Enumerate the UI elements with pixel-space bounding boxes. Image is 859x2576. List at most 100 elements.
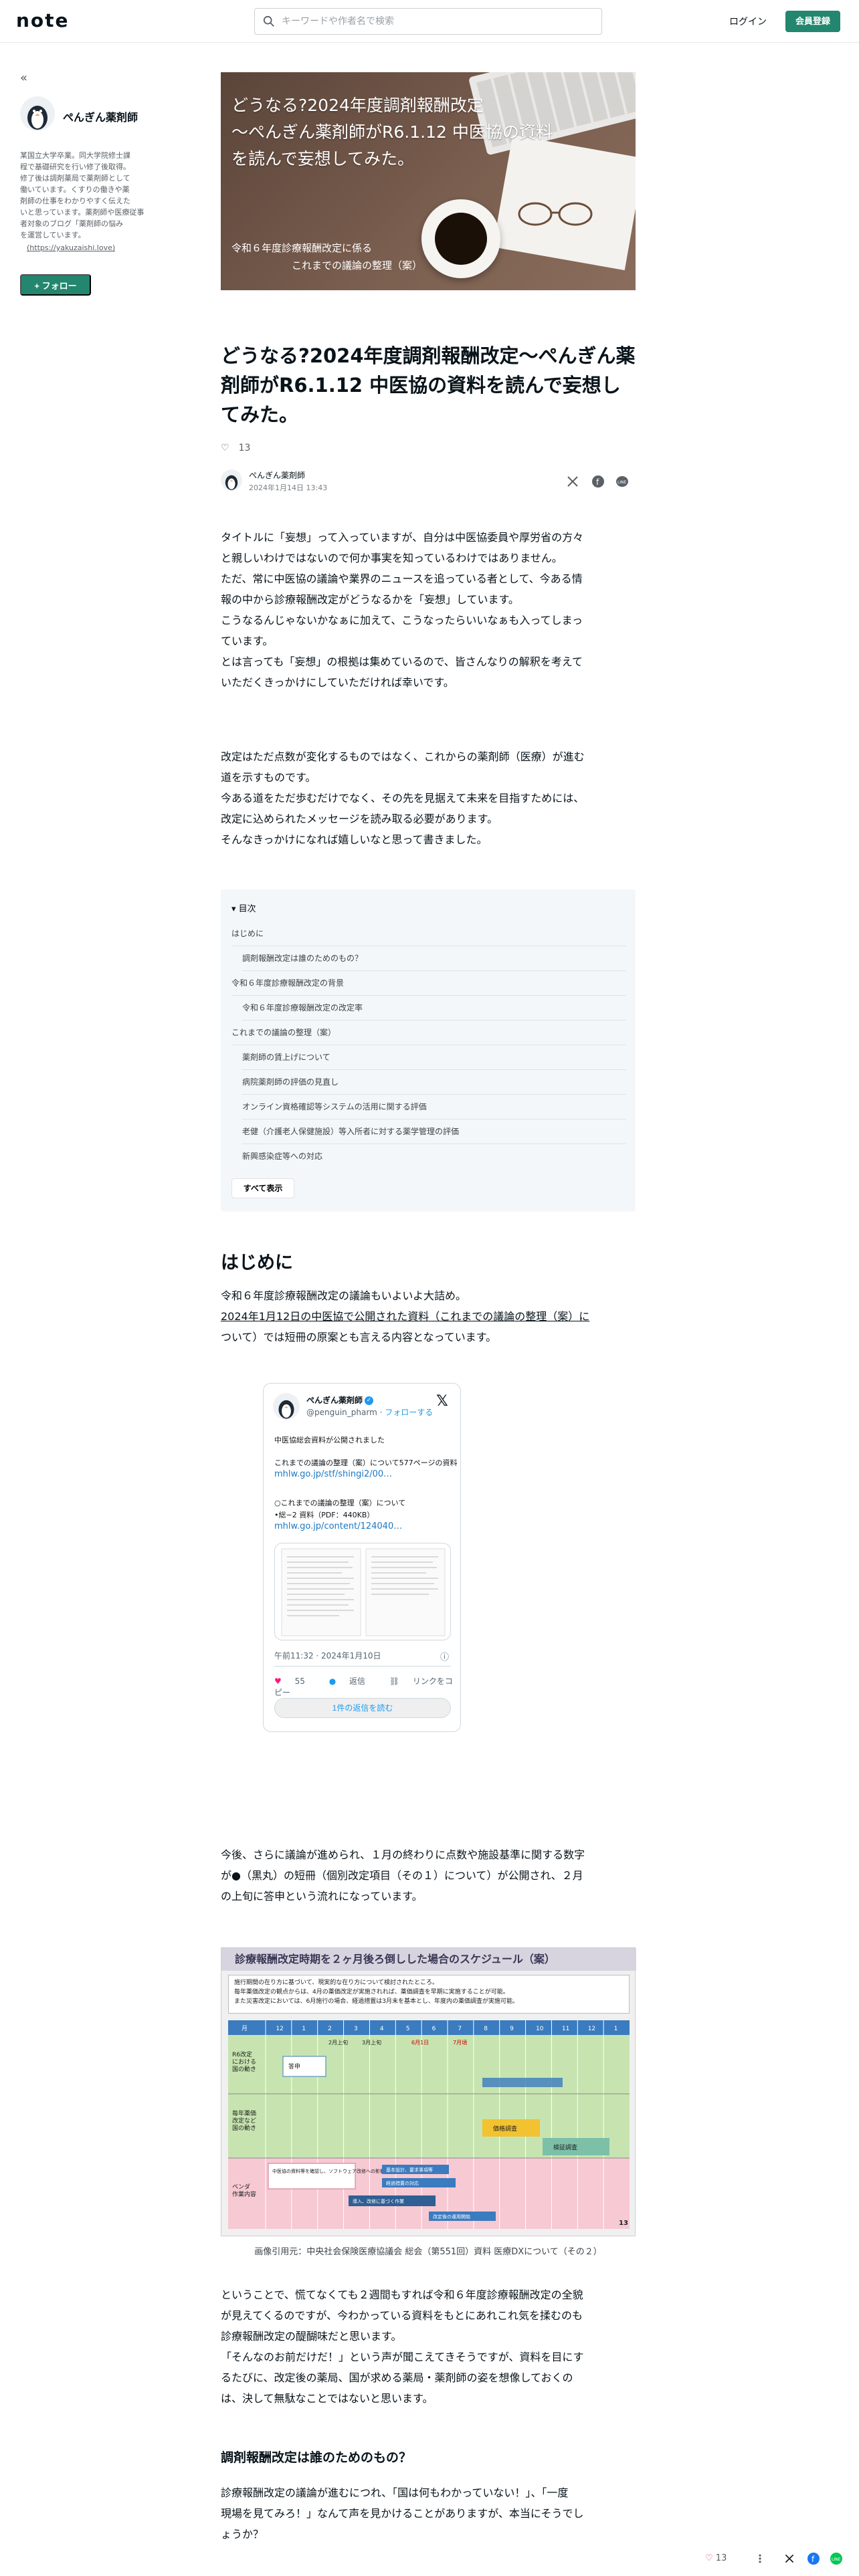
- text-line: の上旬に答申という流れになっています。: [221, 1890, 423, 1903]
- toc-item[interactable]: 薬剤師の賃上げについて: [242, 1045, 626, 1070]
- text-line: ただ、常に中医協の議論や業界のニュースを追っている者として、今ある情: [221, 572, 583, 585]
- event-label: 7月頃: [453, 2040, 467, 2046]
- toc-show-all-button[interactable]: すべて表示: [231, 1178, 294, 1198]
- line-share-icon[interactable]: LINE: [830, 2552, 843, 2565]
- toc-item[interactable]: 令和６年度診療報酬改定の背景: [231, 971, 626, 996]
- heart-icon[interactable]: ♡: [221, 443, 229, 453]
- toc-item[interactable]: これまでの議論の整理（案）: [231, 1021, 626, 1045]
- toc-item[interactable]: 調剤報酬改定は誰のためのもの？: [242, 946, 626, 971]
- tweet-timestamp[interactable]: 午前11:32 · 2024年1月10日: [274, 1650, 381, 1661]
- toc-item[interactable]: 老健（介護老人保健施設）等入所者に対する薬学管理の評価: [242, 1119, 626, 1144]
- bio-line: を運営しています。: [20, 231, 86, 239]
- hero-title-line: 〜ぺんぎん薬剤師がR6.1.12 中医協の資料: [231, 122, 553, 142]
- text-line: 診療報酬改定の議論が進むにつれ、「国は何もわかっていない！」、「一度: [221, 2486, 569, 2499]
- like-number: 13: [238, 443, 251, 453]
- figure-note: また災害改定においては、6月施行の場合、経過措置は3月末を基本とし、年度内の薬価…: [234, 1998, 519, 2005]
- intro-section-paragraph: 令和６年度診療報酬改定の議論もいよいよ大詰め。 2024年1月12日の中医協で公…: [221, 1285, 636, 1348]
- text-line: 現場を見てみろ！」なんて声を見かけることがありますが、本当にそうでし: [221, 2507, 584, 2520]
- event-label: 6月1日: [411, 2040, 429, 2046]
- read-replies-button[interactable]: 1件の返信を読む: [274, 1698, 451, 1718]
- event-label: 検証調査: [553, 2143, 577, 2151]
- author-small-avatar[interactable]: [221, 469, 242, 491]
- schedule-paragraph: 今後、さらに議論が進められ、１月の終わりに点数や施設基準に関する数字 が●（黒丸…: [221, 1844, 636, 1907]
- who-paragraph: 診療報酬改定の議論が進むにつれ、「国は何もわかっていない！」、「一度 現場を見て…: [221, 2482, 636, 2545]
- x-share-icon[interactable]: [566, 475, 579, 488]
- floating-like[interactable]: ♡ 13: [705, 2553, 727, 2563]
- month-label: 8: [484, 2026, 488, 2032]
- bio-line: 者対象のブログ「薬剤師の悩み: [20, 219, 123, 228]
- global-header: note ログイン 会員登録: [0, 0, 859, 43]
- toc-header[interactable]: ▾ 目次: [231, 901, 256, 914]
- figure-title: 診療報酬改定時期を２ヶ月後ろ倒しした場合のスケジュール（案）: [221, 1948, 636, 1971]
- section-heading-intro: はじめに: [221, 1253, 293, 1273]
- toc-item[interactable]: 病院薬剤師の評価の見直し: [242, 1070, 626, 1095]
- search-box[interactable]: [254, 8, 602, 35]
- author-blog-link[interactable]: (https://yakuzaishi.love): [27, 243, 115, 252]
- bio-line: いと思っています。薬剤師や医療従事: [20, 208, 145, 217]
- login-link[interactable]: ログイン: [729, 15, 767, 28]
- embedded-tweet[interactable]: ぺんぎん薬剤師 ✓ @penguin_pharm · フォローする 𝕏 中医協総会…: [263, 1383, 461, 1732]
- month-label: 6: [432, 2026, 436, 2032]
- text-line: ついて）では短冊の原案とも言える内容となっています。: [221, 1331, 497, 1344]
- tweet-text: これまでの議論の整理（案）について577ページの資料: [274, 1459, 458, 1467]
- author-name[interactable]: ぺんぎん薬剤師: [63, 108, 138, 124]
- svg-text:2月上旬: 2月上旬: [328, 2039, 348, 2046]
- text-line: ています。: [221, 635, 274, 647]
- facebook-share-icon[interactable]: f: [591, 475, 605, 488]
- toc-item[interactable]: 令和６年度診療報酬改定の改定率: [242, 996, 626, 1021]
- search-icon: [263, 15, 274, 27]
- toc-item[interactable]: 新興感染症等への対応: [242, 1144, 626, 1169]
- bio-line: 働いています。くすりの働きや薬: [20, 185, 130, 194]
- penguin-icon: [225, 475, 238, 490]
- text-line: と親しいわけではないので何か事実を知っているわけではありません。: [221, 552, 563, 564]
- text-line: 改定はただ点数が変化するものではなく、これからの薬剤師（医療）が進む: [221, 750, 585, 763]
- tweet-name-text: ぺんぎん薬剤師: [306, 1396, 363, 1405]
- tweet-author-name[interactable]: ぺんぎん薬剤師 ✓: [306, 1394, 374, 1406]
- info-icon[interactable]: ⓘ: [440, 1650, 449, 1662]
- tweet-like-count: 55: [294, 1677, 305, 1686]
- tweet-follow-link[interactable]: フォローする: [385, 1408, 433, 1417]
- x-share-icon[interactable]: [784, 2553, 795, 2564]
- hero-subtitle-line: これまでの議論の整理（案）: [292, 259, 423, 272]
- tweet-text: •総−2 資料（PDF：440KB）: [274, 1511, 375, 1519]
- toc-item[interactable]: はじめに: [231, 922, 626, 946]
- tweet-document-thumbnail[interactable]: [274, 1543, 451, 1640]
- follow-button[interactable]: + フォロー: [20, 274, 91, 296]
- floating-like-count: 13: [715, 2553, 727, 2563]
- toc-item[interactable]: オンライン資格確認等システムの活用に関する評価: [242, 1095, 626, 1119]
- tweet-handle-text: @penguin_pharm: [306, 1408, 377, 1417]
- svg-text:LINE: LINE: [832, 2557, 841, 2562]
- tweet-avatar[interactable]: [273, 1393, 300, 1420]
- purpose-paragraph: 改定はただ点数が変化するものではなく、これからの薬剤師（医療）が進む 道を示すも…: [221, 746, 636, 850]
- tweet-link[interactable]: mhlw.go.jp/content/124040…: [274, 1521, 402, 1531]
- month-label: 12: [276, 2026, 283, 2032]
- text-line-link[interactable]: 2024年1月12日の中医協で公開された資料（これまでの議論の整理（案）に: [221, 1306, 636, 1327]
- text-line: 改定に込められたメッセージを読み取る必要があります。: [221, 813, 498, 825]
- hero-title-line: を読んで妄想してみた。: [231, 149, 415, 169]
- like-count[interactable]: ♡ 13: [221, 443, 250, 453]
- signup-button[interactable]: 会員登録: [785, 11, 840, 32]
- more-icon[interactable]: [755, 2553, 765, 2564]
- note-logo[interactable]: note: [16, 9, 70, 31]
- bio-line: 修了後は調剤薬局で薬剤師として: [20, 174, 130, 183]
- schedule-figure[interactable]: 診療報酬改定時期を２ヶ月後ろ倒しした場合のスケジュール（案） 施行期間の在り方に…: [221, 1947, 636, 2236]
- author-avatar[interactable]: [20, 96, 55, 131]
- caret-down-icon: ▾: [231, 904, 239, 914]
- tweet-like[interactable]: ♥ 55: [274, 1677, 316, 1686]
- collapse-sidebar-icon[interactable]: «: [20, 71, 27, 85]
- line-share-icon[interactable]: LINE: [615, 475, 629, 488]
- month-label: 12: [588, 2026, 595, 2032]
- figure-note: 毎年薬価改定の観点からは、4月の薬価改定が実施されれば、薬価調査を早期に実施する…: [234, 1989, 509, 1996]
- svg-text:LINE: LINE: [617, 480, 627, 485]
- figure-caption: 画像引用元：中央社会保険医療協議会 総会（第551回）資料 医療DXについて（そ…: [254, 2247, 602, 2257]
- x-logo-icon[interactable]: 𝕏: [436, 1393, 448, 1410]
- tweet-reply[interactable]: ● 返信: [329, 1677, 376, 1686]
- document-pages-icon: [281, 1548, 446, 1636]
- publish-date: 2024年1月14日 13:43: [249, 484, 328, 492]
- byline-author[interactable]: ぺんぎん薬剤師: [249, 469, 305, 481]
- tweet-link[interactable]: mhlw.go.jp/stf/shingi2/00…: [274, 1469, 392, 1479]
- facebook-share-icon[interactable]: f: [807, 2552, 820, 2565]
- penguin-icon: [278, 1400, 294, 1419]
- text-line: が●（黒丸）の短冊（個別改定項目（その１）について）が公開され、２月: [221, 1869, 583, 1882]
- search-input[interactable]: [282, 9, 596, 34]
